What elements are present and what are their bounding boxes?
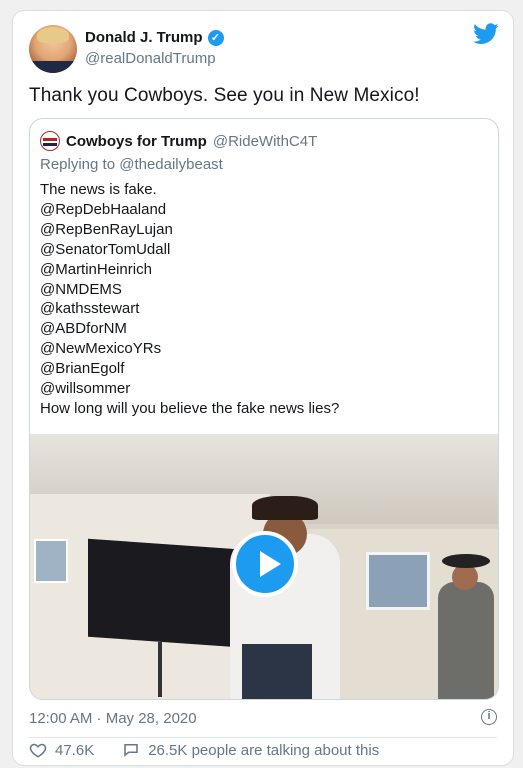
avatar-hair xyxy=(37,27,69,43)
quoted-line: The news is fake. xyxy=(40,181,157,198)
like-count: 47.6K xyxy=(55,741,95,759)
window-right xyxy=(366,552,430,610)
speaker-legs xyxy=(242,644,312,699)
quoted-text: The news is fake. @RepDebHaaland @RepBen… xyxy=(40,180,339,419)
speech-bubble-icon xyxy=(124,744,138,757)
play-icon xyxy=(260,551,281,577)
quoted-line: @RepBenRayLujan xyxy=(40,220,173,238)
author-handle[interactable]: @realDonaldTrump xyxy=(85,50,216,67)
video-thumbnail[interactable] xyxy=(30,434,498,699)
quoted-line: @NewMexicoYRs xyxy=(40,340,162,358)
quoted-line: How long will you believe the fake news … xyxy=(40,399,340,417)
timestamp[interactable]: 12:00 AM · May 28, 2020 xyxy=(29,710,197,727)
like-button[interactable]: 47.6K xyxy=(29,741,94,759)
twitter-bird-icon[interactable] xyxy=(473,23,499,45)
replying-to: Replying to @thedailybeast xyxy=(40,156,223,173)
avatar[interactable] xyxy=(29,25,77,73)
cowboy-hat xyxy=(252,496,318,520)
quoted-line: @NMDEMS xyxy=(40,280,122,298)
quoted-line: @MartinHeinrich xyxy=(40,260,152,278)
tweet-text: Thank you Cowboys. See you in New Mexico… xyxy=(29,85,420,106)
bystander-figure xyxy=(438,582,494,699)
action-bar: 47.6K 26.5K people are talking about thi… xyxy=(29,741,407,759)
tv-stand xyxy=(158,642,162,697)
tv-screen xyxy=(88,538,238,648)
divider xyxy=(29,737,497,738)
window-left xyxy=(34,539,68,583)
avatar-suit xyxy=(29,61,77,73)
tweet-card: Donald J. Trump ✓ @realDonaldTrump Thank… xyxy=(12,10,514,766)
quoted-author-row: Cowboys for Trump @RideWithC4T xyxy=(40,131,317,151)
bystander-hat xyxy=(442,554,490,568)
quoted-author-name: Cowboys for Trump xyxy=(66,132,207,150)
quoted-line: @willsommer xyxy=(40,380,131,398)
quoted-author-handle: @RideWithC4T xyxy=(212,132,318,150)
quoted-line: @SenatorTomUdall xyxy=(40,240,171,258)
quoted-line: @kathsstewart xyxy=(40,300,140,318)
heart-icon xyxy=(29,743,47,758)
author-row: Donald J. Trump ✓ xyxy=(85,29,224,46)
info-icon[interactable]: i xyxy=(481,709,497,725)
quoted-line: @BrianEgolf xyxy=(40,360,125,378)
quoted-avatar xyxy=(40,131,60,151)
conversation-count: 26.5K people are talking about this xyxy=(148,741,380,759)
verified-badge-icon: ✓ xyxy=(207,29,224,46)
quoted-tweet[interactable]: Cowboys for Trump @RideWithC4T Replying … xyxy=(29,118,499,700)
quoted-line: @ABDforNM xyxy=(40,320,127,338)
quoted-line: @RepDebHaaland xyxy=(40,200,167,218)
author-name[interactable]: Donald J. Trump xyxy=(85,29,203,46)
conversation-button[interactable]: 26.5K people are talking about this xyxy=(122,741,379,759)
play-button[interactable] xyxy=(232,531,298,597)
